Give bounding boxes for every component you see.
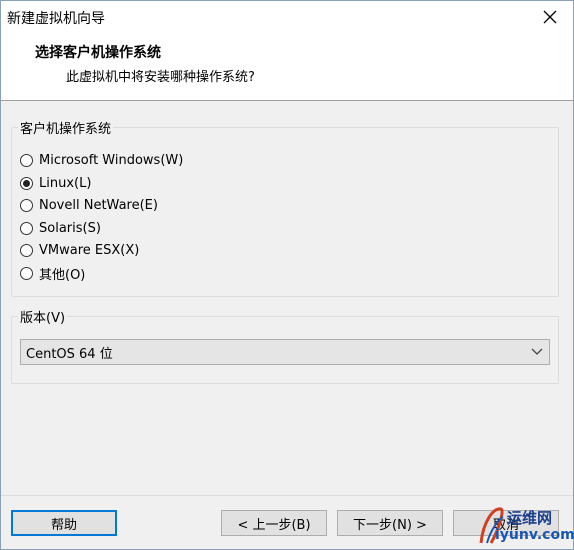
close-button[interactable] — [527, 1, 573, 33]
page-subtitle: 此虚拟机中将安装哪种操作系统? — [66, 70, 255, 85]
guest-os-option[interactable]: 其他(O) — [20, 263, 85, 283]
chevron-down-icon — [531, 348, 543, 355]
guest-os-option[interactable]: Solaris(S) — [20, 218, 101, 238]
cancel-button[interactable]: 取消 — [453, 510, 559, 536]
version-select[interactable]: CentOS 64 位 — [20, 339, 550, 365]
guest-os-option-label: Solaris(S) — [39, 220, 101, 236]
version-group: 版本(V) CentOS 64 位 — [11, 307, 559, 384]
radio-button[interactable] — [20, 153, 33, 167]
guest-os-option[interactable]: VMware ESX(X) — [20, 240, 139, 260]
help-button[interactable]: 帮助 — [11, 510, 117, 536]
guest-os-option[interactable]: Novell NetWare(E) — [20, 195, 158, 215]
guest-os-option-label: Microsoft Windows(W) — [39, 152, 184, 168]
title-bar: 新建虚拟机向导 — [1, 1, 573, 33]
radio-button[interactable] — [20, 221, 33, 235]
button-bar: 帮助 < 上一步(B) 下一步(N) > 取消 — [1, 495, 573, 549]
window-title: 新建虚拟机向导 — [7, 11, 105, 27]
radio-button[interactable] — [20, 198, 33, 212]
guest-os-option-label: 其他(O) — [39, 267, 86, 283]
guest-os-option[interactable]: Microsoft Windows(W) — [20, 150, 183, 170]
wizard-header: 选择客户机操作系统 此虚拟机中将安装哪种操作系统? — [1, 33, 573, 101]
radio-button[interactable] — [20, 176, 33, 190]
guest-os-option-label: VMware ESX(X) — [39, 242, 140, 258]
next-button[interactable]: 下一步(N) > — [337, 510, 443, 536]
radio-button[interactable] — [20, 243, 33, 257]
version-legend: 版本(V) — [18, 307, 68, 326]
guest-os-legend: 客户机操作系统 — [18, 118, 114, 137]
guest-os-group: 客户机操作系统 Microsoft Windows(W) Linux(L) Nove… — [11, 118, 559, 297]
back-button[interactable]: < 上一步(B) — [221, 510, 327, 536]
close-icon — [543, 10, 557, 24]
guest-os-option-label: Linux(L) — [39, 175, 92, 191]
version-selected-value: CentOS 64 位 — [26, 346, 113, 362]
wizard-window: 新建虚拟机向导 选择客户机操作系统 此虚拟机中将安装哪种操作系统? 客户机操作系… — [0, 0, 574, 550]
page-title: 选择客户机操作系统 — [35, 45, 161, 61]
radio-button[interactable] — [20, 266, 33, 280]
guest-os-option-label: Novell NetWare(E) — [39, 197, 158, 213]
guest-os-option[interactable]: Linux(L) — [20, 173, 91, 193]
